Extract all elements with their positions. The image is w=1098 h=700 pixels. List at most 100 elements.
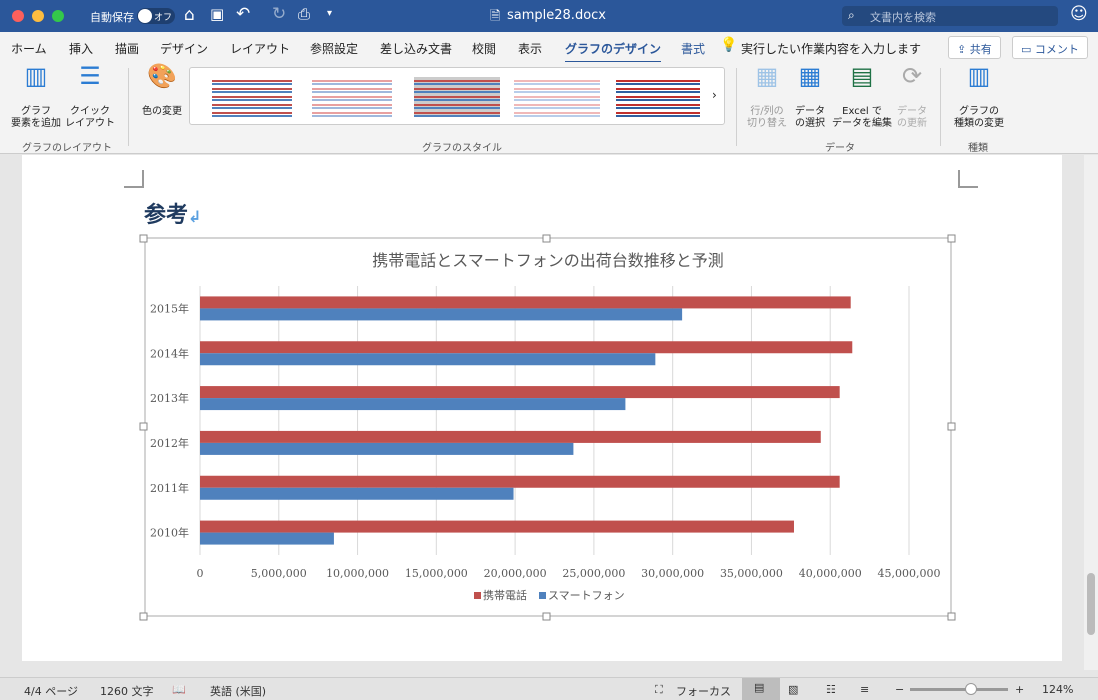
tab-review[interactable]: 校閲 — [472, 40, 496, 57]
comment-label: コメント — [1034, 43, 1079, 56]
zoom-in-button[interactable]: + — [1015, 683, 1024, 696]
divider — [736, 68, 737, 146]
quick-layout-button[interactable]: ☰ クイック レイアウト — [64, 62, 116, 130]
comment-button[interactable]: ▭ コメント — [1012, 36, 1088, 59]
tell-me-input[interactable]: 実行したい作業内容を入力します — [741, 40, 921, 57]
zoom-slider[interactable] — [910, 683, 1008, 695]
outline-icon[interactable]: ☷ — [826, 683, 836, 696]
bar-mobile-phone — [200, 430, 821, 443]
change-chart-type-button[interactable]: ▥ グラフの 種類の変更 — [950, 62, 1008, 130]
x-tick-label: 30,000,000 — [641, 567, 704, 580]
resize-handle[interactable] — [947, 422, 956, 431]
gallery-next-icon[interactable]: › — [712, 88, 717, 102]
tab-draw[interactable]: 描画 — [115, 40, 139, 57]
focus-button[interactable]: フォーカス — [676, 683, 731, 699]
zoom-out-button[interactable]: − — [895, 683, 904, 696]
language[interactable]: 英語 (米国) — [210, 683, 266, 699]
change-colors-label: 色の変更 — [142, 106, 182, 117]
scrollbar-thumb[interactable] — [1087, 573, 1095, 635]
resize-handle[interactable] — [139, 234, 148, 243]
search-input[interactable]: ⌕ 文書内を検索 — [842, 6, 1058, 26]
tab-insert[interactable]: 挿入 — [69, 40, 93, 57]
tab-chart-design[interactable]: グラフのデザイン — [565, 40, 662, 64]
resize-handle[interactable] — [542, 234, 551, 243]
zoom-slider-thumb[interactable] — [964, 683, 977, 695]
home-icon[interactable]: ⌂ — [184, 5, 195, 25]
tab-format[interactable]: 書式 — [681, 40, 705, 57]
tab-layout[interactable]: レイアウト — [230, 40, 290, 57]
print-layout-icon: ▤ — [754, 681, 765, 694]
change-colors-button[interactable]: 🎨 色の変更 — [136, 62, 188, 118]
add-chart-element-icon: ▥ — [24, 62, 48, 90]
title-bar: 自動保存 オフ ⌂ ▣ ↶ ↻ ⎙ ▾ 🗎 sample28.docx ⌕ 文書… — [0, 0, 1098, 32]
share-button[interactable]: ⇪ 共有 — [948, 36, 1001, 59]
chart-style-5[interactable] — [616, 77, 700, 117]
edit-data-in-excel-button[interactable]: ▤ Excel で データを編集 — [832, 64, 892, 130]
chart-style-1[interactable] — [212, 77, 292, 117]
group-label-styles: グラフのスタイル — [422, 143, 502, 154]
switch-row-column-button[interactable]: ▦ 行/列の 切り替え — [744, 62, 790, 130]
resize-handle[interactable] — [947, 612, 956, 621]
comment-icon: ▭ — [1021, 43, 1035, 56]
word-count[interactable]: 1260 文字 — [100, 683, 154, 699]
chart[interactable]: 携帯電話とスマートフォンの出荷台数推移と予測 0 5,000,000 10,000,0… — [0, 155, 1098, 670]
y-tick-label: 2011年 — [150, 481, 189, 495]
bar-mobile-phone — [200, 520, 794, 533]
tab-mailings[interactable]: 差し込み文書 — [380, 40, 452, 57]
minimize-button[interactable] — [32, 10, 44, 22]
add-chart-element-button[interactable]: ▥ グラフ 要素を追加 — [10, 62, 62, 130]
x-tick-label: 40,000,000 — [799, 567, 862, 580]
quick-layout-icon: ☰ — [79, 62, 101, 90]
document-area: 参考↲ 携帯電話とスマートフォンの出荷台数推移と予測 0 5,000,000 10,0… — [0, 155, 1084, 670]
resize-handle[interactable] — [139, 422, 148, 431]
bar-smartphone — [200, 398, 626, 411]
resize-handle[interactable] — [542, 612, 551, 621]
legend-marker — [539, 592, 546, 599]
legend-marker — [474, 592, 481, 599]
print-layout-button[interactable]: ▤ — [742, 678, 780, 700]
resize-handle[interactable] — [139, 612, 148, 621]
bar-smartphone — [200, 532, 334, 545]
edit-data-in-excel-label: Excel で データを編集 — [832, 106, 892, 129]
share-label: 共有 — [969, 43, 992, 56]
web-layout-icon[interactable]: ▧ — [788, 683, 798, 696]
y-tick-label: 2015年 — [150, 301, 189, 315]
draft-icon[interactable]: ≡ — [860, 683, 869, 696]
ribbon: ▥ グラフ 要素を追加 ☰ クイック レイアウト グラフのレイアウト 🎨 色の変… — [0, 62, 1098, 154]
redo-icon[interactable]: ↻ — [272, 4, 286, 24]
chart-style-2[interactable] — [312, 77, 392, 117]
page-count[interactable]: 4/4 ページ — [24, 683, 78, 699]
customize-icon[interactable]: ▾ — [327, 8, 332, 19]
refresh-data-button[interactable]: ⟳ データ の更新 — [892, 62, 932, 130]
y-tick-label: 2012年 — [150, 436, 189, 450]
save-icon[interactable]: ▣ — [210, 5, 224, 23]
autosave-label: 自動保存 — [90, 11, 134, 24]
refresh-data-icon: ⟳ — [901, 62, 923, 90]
x-tick-label: 0 — [197, 567, 204, 580]
close-button[interactable] — [12, 10, 24, 22]
chart-style-3[interactable] — [414, 77, 500, 117]
chart-style-4[interactable] — [514, 77, 600, 117]
focus-icon[interactable]: ⛶ — [655, 683, 663, 697]
chart-styles-gallery[interactable]: › — [189, 67, 725, 125]
vertical-scrollbar[interactable] — [1084, 155, 1098, 670]
tab-references[interactable]: 参照設定 — [310, 40, 358, 57]
tab-view[interactable]: 表示 — [518, 40, 542, 57]
palette-icon: 🎨 — [147, 62, 177, 90]
proofing-icon[interactable]: 📖 — [172, 683, 186, 696]
tab-home[interactable]: ホーム — [11, 40, 47, 57]
tab-design[interactable]: デザイン — [160, 40, 208, 57]
feedback-smiley-icon[interactable]: ☺ — [1070, 4, 1088, 24]
zoom-level[interactable]: 124% — [1042, 683, 1073, 696]
zoom-button[interactable] — [52, 10, 64, 22]
print-icon[interactable]: ⎙ — [298, 5, 310, 23]
bar-smartphone — [200, 487, 514, 500]
autosave-toggle[interactable]: オフ — [137, 8, 175, 24]
divider — [940, 68, 941, 146]
document-title: sample28.docx — [507, 8, 606, 23]
resize-handle[interactable] — [947, 234, 956, 243]
chart-type-icon: ▥ — [967, 62, 991, 90]
select-data-button[interactable]: ▦ データ の選択 — [790, 64, 830, 130]
switch-row-column-icon: ▦ — [755, 62, 779, 90]
undo-icon[interactable]: ↶ — [236, 4, 250, 24]
